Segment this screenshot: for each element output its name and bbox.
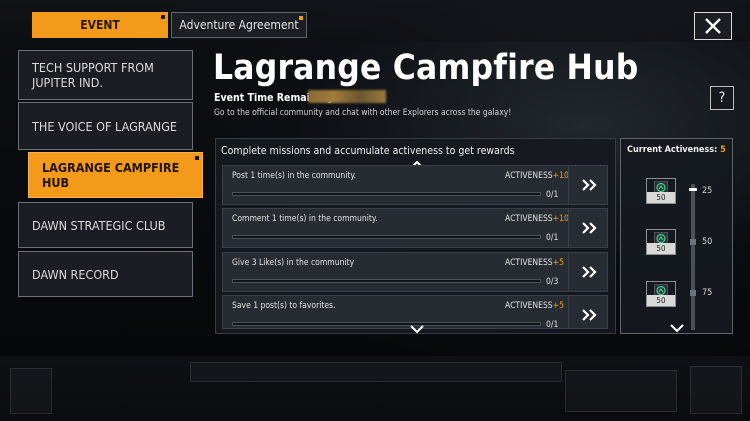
sidebar-item-label: TECH SUPPORT FROM JUPITER IND.: [32, 60, 154, 90]
activeness-track: [691, 184, 695, 330]
double-chevron-right-icon: [582, 309, 597, 321]
milestone-reward[interactable]: 50: [646, 281, 676, 307]
mission-row: Give 3 Like(s) in the community ACTIVENE…: [222, 252, 608, 292]
sidebar-item-dawn-strategic-club[interactable]: DAWN STRATEGIC CLUB: [18, 202, 193, 248]
reward-amount: 50: [647, 295, 675, 306]
current-activeness: Current Activeness: 5: [627, 145, 726, 155]
mission-text: Give 3 Like(s) in the community: [232, 258, 355, 268]
help-button[interactable]: ?: [710, 86, 734, 110]
mission-progress-count: 0/1: [546, 320, 559, 329]
tab-event[interactable]: EVENT: [32, 12, 168, 38]
mission-text: Save 1 post(s) to favorites.: [232, 301, 336, 311]
page-title: Lagrange Campfire Hub: [213, 48, 639, 88]
mission-row: Comment 1 time(s) in the community. ACTI…: [222, 208, 608, 248]
mission-progress-bar: [232, 322, 541, 326]
mission-row: Post 1 time(s) in the community. ACTIVEN…: [222, 165, 608, 205]
mission-progress-count: 0/3: [546, 277, 559, 287]
close-icon: [705, 18, 721, 34]
sidebar-item-voice-of-lagrange[interactable]: THE VOICE OF LAGRANGE: [18, 102, 193, 150]
milestone-reward[interactable]: 50: [646, 229, 676, 255]
double-chevron-right-icon: [582, 179, 597, 191]
tab-adventure-agreement[interactable]: Adventure Agreement: [171, 12, 307, 38]
mission-activeness: ACTIVENESS+5: [505, 301, 564, 311]
mission-progress-bar: [232, 235, 541, 239]
mission-activeness: ACTIVENESS+5: [505, 258, 564, 268]
missions-heading: Complete missions and accumulate activen…: [221, 145, 515, 157]
mission-progress-count: 0/1: [546, 233, 559, 243]
mission-activeness: ACTIVENESS+10: [505, 171, 569, 181]
mission-progress-bar: [232, 192, 541, 196]
sidebar-item-dawn-record[interactable]: DAWN RECORD: [18, 251, 193, 297]
mission-text: Post 1 time(s) in the community.: [232, 171, 357, 181]
sidebar-item-label: LAGRANGE CAMPFIRE HUB: [42, 160, 180, 190]
mission-progress-bar: [232, 279, 541, 283]
sidebar-item-label: DAWN STRATEGIC CLUB: [32, 217, 166, 233]
activeness-panel: [620, 138, 733, 334]
mission-go-button[interactable]: [568, 166, 609, 204]
tab-event-label: EVENT: [80, 18, 120, 32]
event-time-value-redacted: [308, 90, 386, 103]
double-chevron-right-icon: [582, 266, 597, 278]
tab-adventure-agreement-label: Adventure Agreement: [179, 18, 299, 32]
activeness-scroll-down-icon[interactable]: [670, 323, 684, 333]
milestone-threshold: 25: [702, 186, 713, 196]
milestone-threshold: 50: [702, 237, 713, 247]
mission-text: Comment 1 time(s) in the community.: [232, 214, 378, 224]
scroll-down-icon[interactable]: [410, 324, 424, 334]
sidebar-item-campfire-hub[interactable]: LAGRANGE CAMPFIRE HUB: [28, 152, 203, 198]
sidebar-item-label: THE VOICE OF LAGRANGE: [32, 118, 178, 134]
double-chevron-right-icon: [582, 222, 597, 234]
mission-progress-count: 0/1: [546, 190, 559, 200]
milestone-tick: [690, 290, 696, 296]
reward-amount: 50: [647, 243, 675, 254]
mission-activeness: ACTIVENESS+10: [505, 214, 569, 224]
sidebar-item-tech-support[interactable]: TECH SUPPORT FROM JUPITER IND.: [18, 50, 193, 100]
mission-go-button[interactable]: [568, 253, 609, 291]
milestone-reward[interactable]: 50: [646, 178, 676, 204]
sidebar-item-label: DAWN RECORD: [32, 266, 119, 282]
milestone-threshold: 75: [702, 288, 713, 298]
reward-amount: 50: [647, 192, 675, 203]
activeness-progress-marker: [689, 188, 697, 191]
event-description: Go to the official community and chat wi…: [214, 108, 512, 118]
mission-go-button[interactable]: [568, 296, 607, 328]
question-icon: ?: [718, 90, 726, 106]
milestone-tick: [690, 239, 696, 245]
mission-go-button[interactable]: [568, 209, 609, 247]
close-button[interactable]: [694, 12, 732, 40]
